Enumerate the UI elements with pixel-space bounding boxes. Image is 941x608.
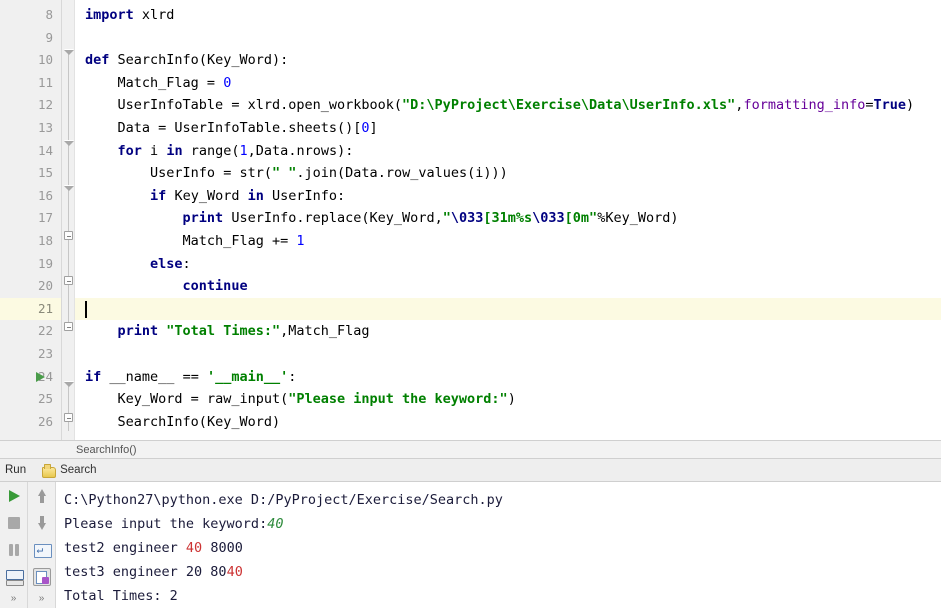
toolbar-expand-left[interactable]: » <box>0 593 27 604</box>
code-line[interactable]: UserInfoTable = xlrd.open_workbook("D:\P… <box>75 94 941 117</box>
code-line[interactable]: Match_Flag = 0 <box>75 72 941 95</box>
code-line[interactable]: Data = UserInfoTable.sheets()[0] <box>75 117 941 140</box>
console-result-line-2[interactable]: test3 engineer 20 8040 <box>64 560 941 584</box>
run-toolwindow-header: Run Search <box>0 459 941 483</box>
fold-marker-def[interactable] <box>64 49 75 60</box>
line-number[interactable]: 20 <box>0 275 61 298</box>
pause-button[interactable] <box>5 541 23 559</box>
rerun-button[interactable] <box>5 487 23 505</box>
run-script-gutter-icon[interactable] <box>36 371 45 382</box>
soft-wrap-button[interactable] <box>33 541 52 559</box>
line-number[interactable]: 21 <box>0 297 61 321</box>
console-text: C:\Python27\python.exe D:/PyProject/Exer… <box>64 492 503 509</box>
tab-search[interactable]: Search <box>34 459 104 481</box>
line-number[interactable]: 14 <box>0 140 61 163</box>
code-line[interactable]: UserInfo = str(" ".join(Data.row_values(… <box>75 162 941 185</box>
code-line[interactable] <box>75 27 941 50</box>
show-console-button[interactable] <box>5 568 24 587</box>
code-editor[interactable]: 8 9 10 11 12 13 14 15 16 17 18 19 20 21 22 23 24 25 26 imp… <box>0 0 941 440</box>
code-line[interactable]: print "Total Times:",Match_Flag <box>75 320 941 343</box>
line-number[interactable]: 18 <box>0 230 61 253</box>
line-number[interactable]: 9 <box>0 27 61 50</box>
code-line[interactable]: if __name__ == '__main__': <box>75 366 941 389</box>
line-number[interactable]: 25 <box>0 388 61 411</box>
console-text: 8000 <box>202 540 243 557</box>
line-number-gutter[interactable]: 8 9 10 11 12 13 14 15 16 17 18 19 20 21 22 23 24 25 26 <box>0 0 62 440</box>
tab-search-label: Search <box>60 464 97 477</box>
line-number[interactable]: 22 <box>0 320 61 343</box>
fold-marker-def-end[interactable] <box>64 322 73 331</box>
down-the-stack-button[interactable] <box>33 514 51 532</box>
code-line[interactable] <box>75 297 941 321</box>
stop-button[interactable] <box>5 514 23 532</box>
fold-marker-if[interactable] <box>64 185 75 196</box>
line-number[interactable]: 19 <box>0 253 61 276</box>
fold-marker-main-end[interactable] <box>64 413 73 422</box>
line-number[interactable]: 10 <box>0 49 61 72</box>
line-number[interactable]: 26 <box>0 411 61 434</box>
line-number[interactable]: 13 <box>0 117 61 140</box>
code-line[interactable]: print UserInfo.replace(Key_Word,"\033[31… <box>75 207 941 230</box>
run-actions-toolbar: » <box>0 482 28 608</box>
line-number[interactable]: 23 <box>0 343 61 366</box>
toolbar-expand-right[interactable]: » <box>28 593 55 604</box>
console-match-highlight: 40 <box>226 564 243 581</box>
line-number[interactable]: 17 <box>0 207 61 230</box>
console-text: Please input the keyword: <box>64 516 268 533</box>
console-user-input: 40 <box>267 516 284 533</box>
console-actions-toolbar: » <box>28 482 56 608</box>
fold-marker-if-end[interactable] <box>64 231 73 240</box>
line-number[interactable]: 8 <box>0 4 61 27</box>
breadcrumb[interactable]: SearchInfo() <box>0 439 941 460</box>
line-number[interactable]: 15 <box>0 162 61 185</box>
code-line[interactable]: Match_Flag += 1 <box>75 230 941 253</box>
code-folding-strip[interactable] <box>62 0 75 440</box>
code-line[interactable]: for i in range(1,Data.nrows): <box>75 140 941 163</box>
code-line[interactable]: SearchInfo(Key_Word) <box>75 411 941 434</box>
fold-marker-for[interactable] <box>64 140 75 151</box>
up-the-stack-button[interactable] <box>33 487 51 505</box>
code-line[interactable]: if Key_Word in UserInfo: <box>75 185 941 208</box>
text-caret <box>85 300 87 318</box>
fold-marker-main[interactable] <box>64 381 75 392</box>
console-match-highlight: 40 <box>185 540 203 557</box>
code-line[interactable]: import xlrd <box>75 4 941 27</box>
run-config-icon <box>42 463 57 478</box>
code-line[interactable]: continue <box>75 275 941 298</box>
run-toolwindow-label: Run <box>5 464 27 477</box>
console-prompt-line[interactable]: Please input the keyword:40 <box>64 512 941 536</box>
pycharm-window: 8 9 10 11 12 13 14 15 16 17 18 19 20 21 22 23 24 25 26 imp… <box>0 0 941 608</box>
code-line[interactable]: else: <box>75 253 941 276</box>
line-number[interactable]: 11 <box>0 72 61 95</box>
console-text: Total Times: 2 <box>64 588 178 605</box>
console-text: test2 engineer <box>64 540 186 557</box>
console-total-line[interactable]: Total Times: 2 <box>64 584 941 608</box>
line-number[interactable]: 16 <box>0 185 61 208</box>
line-number[interactable]: 24 <box>0 366 61 389</box>
fold-marker-else-end[interactable] <box>64 276 73 285</box>
run-console-panel: » » C:\Python27\python.exe D:/PyProject/… <box>0 482 941 608</box>
line-number[interactable]: 12 <box>0 94 61 117</box>
code-line[interactable]: def SearchInfo(Key_Word): <box>75 49 941 72</box>
console-output[interactable]: C:\Python27\python.exe D:/PyProject/Exer… <box>56 482 941 608</box>
code-line[interactable]: Key_Word = raw_input("Please input the k… <box>75 388 941 411</box>
console-command-line[interactable]: C:\Python27\python.exe D:/PyProject/Exer… <box>64 488 941 512</box>
console-result-line-1[interactable]: test2 engineer 40 8000 <box>64 536 941 560</box>
scroll-to-end-button[interactable] <box>32 568 51 587</box>
console-text: test3 engineer 20 80 <box>64 564 227 581</box>
breadcrumb-path[interactable]: SearchInfo() <box>76 444 137 456</box>
code-text-area[interactable]: import xlrd def SearchInfo(Key_Word): Ma… <box>75 0 941 440</box>
code-line[interactable] <box>75 343 941 366</box>
